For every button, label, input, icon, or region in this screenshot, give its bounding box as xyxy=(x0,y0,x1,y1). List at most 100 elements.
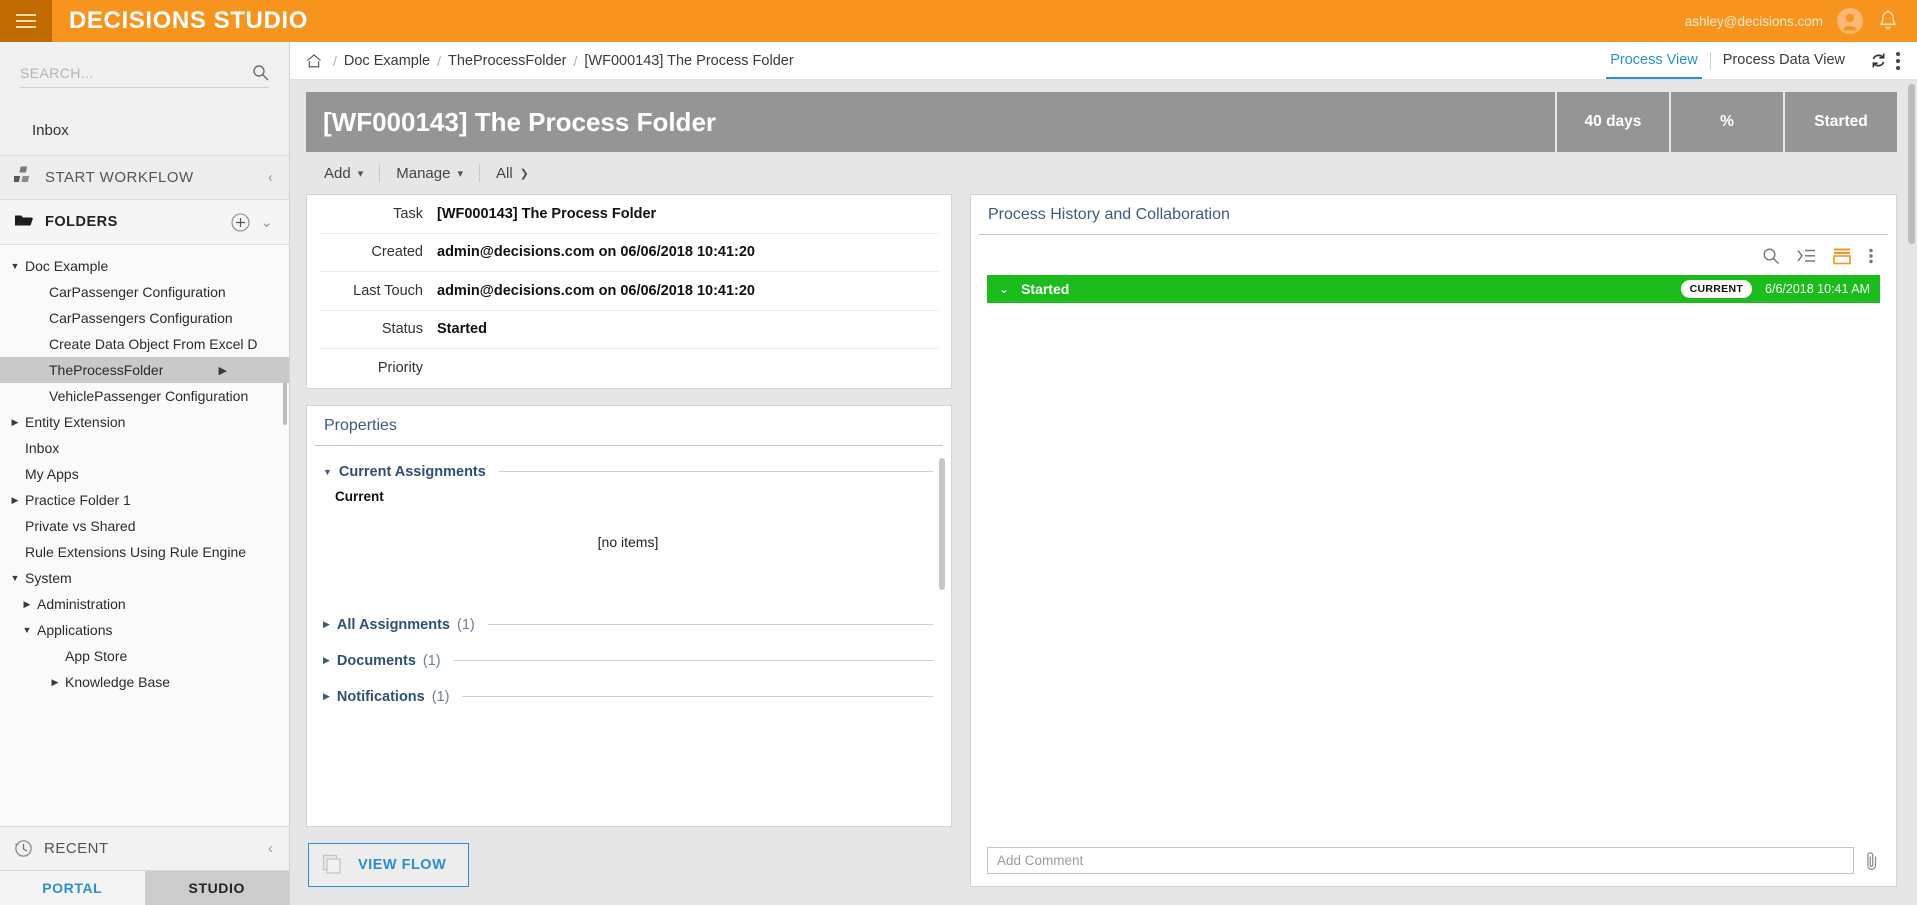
add-folder-icon[interactable] xyxy=(231,212,250,232)
indent-list-icon[interactable] xyxy=(1797,247,1816,265)
clock-icon xyxy=(14,839,33,858)
accordion-notifications[interactable]: ▶ Notifications (1) xyxy=(323,689,933,705)
tree-item-label: Applications xyxy=(37,622,113,638)
folders-chevron-down-icon[interactable]: ⌄ xyxy=(260,213,273,231)
search-icon[interactable] xyxy=(1762,247,1780,265)
user-email: ashley@decisions.com xyxy=(1684,13,1823,29)
more-vertical-icon[interactable] xyxy=(1896,51,1901,70)
tree-item[interactable]: ▶ Administration xyxy=(0,591,289,617)
tree-item-label: My Apps xyxy=(25,466,79,482)
top-bar: DECISIONS STUDIO ashley@decisions.com xyxy=(0,0,1917,42)
tree-item[interactable]: Rule Extensions Using Rule Engine xyxy=(0,539,289,565)
breadcrumb-separator: / xyxy=(333,52,337,69)
tree-item[interactable]: Inbox xyxy=(0,435,289,461)
chevron-right-icon: ❯ xyxy=(519,167,529,180)
accordion-all-assignments[interactable]: ▶ All Assignments (1) xyxy=(323,617,933,633)
detail-value: [WF000143] The Process Folder xyxy=(437,205,657,222)
folders-label: FOLDERS xyxy=(45,214,118,230)
layout-rows-icon[interactable] xyxy=(1833,247,1851,265)
breadcrumb-item-0[interactable]: Doc Example xyxy=(344,53,430,69)
breadcrumb: / Doc Example / TheProcessFolder / [WF00… xyxy=(290,42,1917,80)
chevron-right-icon[interactable]: ▶ xyxy=(22,599,32,609)
notification-bell-icon[interactable] xyxy=(1877,9,1899,33)
tree-item[interactable]: Private vs Shared xyxy=(0,513,289,539)
main-content: / Doc Example / TheProcessFolder / [WF00… xyxy=(290,42,1917,905)
chevron-down-icon: ▾ xyxy=(457,167,463,180)
main-scrollbar[interactable] xyxy=(1908,84,1915,244)
chevron-right-icon[interactable]: ▶ xyxy=(10,495,20,505)
chevron-down-icon[interactable]: ▼ xyxy=(10,261,20,271)
tree-item-label: Create Data Object From Excel D xyxy=(49,336,258,352)
tree-item[interactable]: TheProcessFolder ▶ xyxy=(0,357,289,383)
manage-menu-button[interactable]: Manage ▾ xyxy=(396,165,463,182)
all-menu-button[interactable]: All ❯ xyxy=(496,165,529,182)
accordion-documents[interactable]: ▶ Documents (1) xyxy=(323,653,933,669)
tab-process-data-view[interactable]: Process Data View xyxy=(1711,42,1857,79)
tree-item-label: CarPassengers Configuration xyxy=(49,310,233,326)
view-flow-label: VIEW FLOW xyxy=(358,857,447,873)
chevron-down-icon[interactable]: ▼ xyxy=(22,625,32,635)
tree-item[interactable]: ▼ System xyxy=(0,565,289,591)
tree-item-label: VehiclePassenger Configuration xyxy=(49,388,249,404)
status-badge: CURRENT xyxy=(1680,280,1753,298)
recent-collapse-chevron-icon[interactable]: ‹ xyxy=(268,840,273,857)
view-flow-button[interactable]: VIEW FLOW xyxy=(308,843,470,887)
tab-process-view[interactable]: Process View xyxy=(1598,42,1710,79)
add-menu-button[interactable]: Add ▾ xyxy=(324,165,363,182)
tree-item[interactable]: ▶ Knowledge Base xyxy=(0,669,289,695)
sidebar-section-recent[interactable]: RECENT ‹ xyxy=(0,826,289,870)
tree-item[interactable]: ▶ Entity Extension xyxy=(0,409,289,435)
body-row: Inbox START WORKFLOW ‹ xyxy=(0,42,1917,905)
tree-item[interactable]: CarPassenger Configuration xyxy=(0,279,289,305)
chevron-right-icon[interactable]: ▶ xyxy=(50,677,60,687)
add-comment-input[interactable] xyxy=(987,847,1854,874)
toolbar-divider xyxy=(379,164,381,182)
more-vertical-icon[interactable] xyxy=(1868,247,1874,265)
chevron-right-icon: ▶ xyxy=(323,691,330,701)
detail-row-task: Task [WF000143] The Process Folder xyxy=(319,195,939,234)
tree-item[interactable]: ▶ Practice Folder 1 xyxy=(0,487,289,513)
tree-item-label: Private vs Shared xyxy=(25,518,136,534)
tree-item[interactable]: VehiclePassenger Configuration xyxy=(0,383,289,409)
tree-item[interactable]: CarPassengers Configuration xyxy=(0,305,289,331)
sidebar-search xyxy=(0,42,289,110)
detail-label: Created xyxy=(371,244,423,261)
tree-item[interactable]: Create Data Object From Excel D xyxy=(0,331,289,357)
paperclip-icon[interactable] xyxy=(1864,850,1880,872)
sidebar-section-folders[interactable]: FOLDERS ⌄ xyxy=(0,200,289,245)
tab-studio[interactable]: STUDIO xyxy=(144,871,289,905)
tree-item[interactable]: My Apps xyxy=(0,461,289,487)
chevron-down-icon[interactable]: ▼ xyxy=(10,573,20,583)
accordion-rule xyxy=(462,696,933,697)
hamburger-icon[interactable] xyxy=(0,0,52,42)
collapse-chevron-icon[interactable]: ‹ xyxy=(268,169,273,186)
properties-scrollbar[interactable] xyxy=(939,457,945,590)
detail-label: Status xyxy=(381,321,423,338)
home-icon[interactable] xyxy=(306,53,322,69)
chevron-down-icon[interactable]: ⌄ xyxy=(999,282,1009,296)
sidebar-item-inbox[interactable]: Inbox xyxy=(0,110,289,155)
search-input[interactable] xyxy=(20,64,252,81)
accordion-current-assignments[interactable]: ▼ Current Assignments xyxy=(323,464,933,480)
history-title: Process History and Collaboration xyxy=(979,195,1888,235)
search-icon[interactable] xyxy=(252,64,269,81)
tab-portal[interactable]: PORTAL xyxy=(0,871,145,905)
detail-row-priority: Priority xyxy=(319,349,939,388)
accordion-rule xyxy=(487,624,933,625)
sidebar-section-start-workflow[interactable]: START WORKFLOW ‹ xyxy=(0,155,289,200)
task-details-card: Task [WF000143] The Process Folder Creat… xyxy=(306,194,952,389)
breadcrumb-item-1[interactable]: TheProcessFolder xyxy=(448,53,566,69)
expand-right-icon[interactable]: ▶ xyxy=(219,364,227,377)
app-title: DECISIONS STUDIO xyxy=(69,7,308,34)
chevron-down-icon: ▼ xyxy=(323,466,332,477)
tree-item[interactable]: App Store xyxy=(0,643,289,669)
refresh-icon[interactable] xyxy=(1869,51,1888,70)
accordion-count: (1) xyxy=(457,616,475,633)
chevron-right-icon[interactable]: ▶ xyxy=(10,417,20,427)
breadcrumb-item-2[interactable]: [WF000143] The Process Folder xyxy=(584,53,793,69)
tree-item[interactable]: ▼ Applications xyxy=(0,617,289,643)
history-row[interactable]: ⌄ Started CURRENT 6/6/2018 10:41 AM xyxy=(987,275,1880,303)
tree-item[interactable]: ▼ Doc Example xyxy=(0,253,289,279)
page-header: [WF000143] The Process Folder 40 days % … xyxy=(306,92,1897,152)
user-avatar-icon[interactable] xyxy=(1837,8,1863,34)
